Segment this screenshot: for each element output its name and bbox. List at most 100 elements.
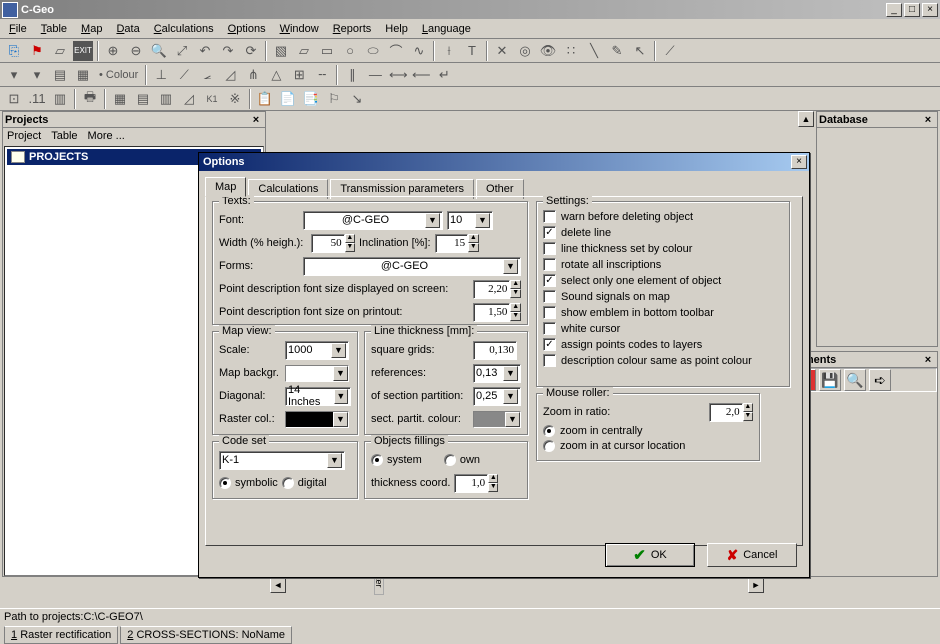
tb2-d[interactable]: ▦ bbox=[72, 64, 94, 86]
tb-arc-icon[interactable]: ⌒ bbox=[385, 40, 407, 62]
tb3-b[interactable]: .11 bbox=[26, 88, 48, 110]
menu-reports[interactable]: Reports bbox=[326, 21, 379, 37]
tb-cross-icon[interactable]: ✕ bbox=[491, 40, 513, 62]
sect-combo[interactable]: 0,25▼ bbox=[473, 387, 521, 406]
setting-checkbox-4[interactable]: ✓ bbox=[543, 274, 556, 287]
thickcoord-spinner[interactable]: ▲▼ bbox=[454, 474, 498, 493]
radio-own[interactable] bbox=[444, 454, 456, 466]
tb-rect-icon[interactable]: ▭ bbox=[316, 40, 338, 62]
tb3-arrow-icon[interactable]: ↘ bbox=[346, 88, 368, 110]
tb2-hor-icon[interactable]: — bbox=[364, 64, 386, 86]
radio-digital[interactable] bbox=[282, 477, 294, 489]
tb-text-icon[interactable]: T bbox=[461, 40, 483, 62]
tb-zoomin-icon[interactable]: ⊕ bbox=[102, 40, 124, 62]
tb-undo-icon[interactable]: ↶ bbox=[194, 40, 216, 62]
tb2-snap-icon[interactable]: ⋔ bbox=[242, 64, 264, 86]
mdi-scroll-up-icon[interactable]: ▲ bbox=[798, 111, 814, 127]
tb2-dash-icon[interactable]: ╌ bbox=[311, 64, 333, 86]
scale-combo[interactable]: 1000▼ bbox=[285, 341, 349, 360]
radio-system[interactable] bbox=[371, 454, 383, 466]
tb2-b[interactable]: ▾ bbox=[26, 64, 48, 86]
tb3-print-icon[interactable]: 🖶 bbox=[79, 88, 101, 110]
tb-line-icon[interactable]: ╲ bbox=[583, 40, 605, 62]
setting-checkbox-5[interactable] bbox=[543, 290, 556, 303]
tb-dots-icon[interactable]: ∷ bbox=[560, 40, 582, 62]
setting-checkbox-8[interactable]: ✓ bbox=[543, 338, 556, 351]
tb3-sym-icon[interactable]: ※ bbox=[224, 88, 246, 110]
radio-symbolic[interactable] bbox=[219, 477, 231, 489]
tb2-perp-icon[interactable]: ⊥ bbox=[150, 64, 172, 86]
bottom-tab-2[interactable]: 2 CROSS-SECTIONS: NoName bbox=[120, 626, 292, 644]
projects-tab-table[interactable]: Table bbox=[51, 130, 77, 143]
tb3-grid1-icon[interactable]: ▦ bbox=[109, 88, 131, 110]
bottom-tab-1[interactable]: 1 Raster rectification bbox=[4, 626, 118, 644]
sq-input[interactable] bbox=[473, 341, 517, 360]
menu-help[interactable]: Help bbox=[378, 21, 415, 37]
tb2-hs-icon[interactable]: ⟷ bbox=[387, 64, 409, 86]
tb3-clip1-icon[interactable]: 📋 bbox=[254, 88, 276, 110]
tb-copy-icon[interactable]: ⎘ bbox=[3, 40, 25, 62]
tb-ellipse-icon[interactable]: ⬭ bbox=[362, 40, 384, 62]
zoom-spinner[interactable]: ▲▼ bbox=[709, 403, 753, 422]
setting-checkbox-2[interactable] bbox=[543, 242, 556, 255]
tb-curve-icon[interactable]: ∿ bbox=[408, 40, 430, 62]
radio-zoom-central[interactable] bbox=[543, 425, 555, 437]
projects-close-icon[interactable]: × bbox=[249, 114, 263, 126]
radio-zoom-cursor[interactable] bbox=[543, 440, 555, 452]
tb3-c[interactable]: ▥ bbox=[49, 88, 71, 110]
database-close-icon[interactable]: × bbox=[921, 114, 935, 126]
pd-print-spinner[interactable]: ▲▼ bbox=[473, 303, 521, 322]
tb-doc-icon[interactable]: ▱ bbox=[49, 40, 71, 62]
ok-button[interactable]: ✔OK bbox=[605, 543, 695, 567]
tb2-ang2-icon[interactable]: ◿ bbox=[219, 64, 241, 86]
tb-shape2-icon[interactable]: ▱ bbox=[293, 40, 315, 62]
tb-zoom-icon[interactable]: 🔍 bbox=[148, 40, 170, 62]
tb-pointer-icon[interactable]: ↖ bbox=[629, 40, 651, 62]
tb3-clip3-icon[interactable]: 📑 bbox=[300, 88, 322, 110]
projects-tab-project[interactable]: Project bbox=[7, 130, 41, 143]
width-spinner[interactable]: ▲▼ bbox=[311, 234, 355, 253]
tb2-ret-icon[interactable]: ↵ bbox=[433, 64, 455, 86]
tb3-grid3-icon[interactable]: ▥ bbox=[155, 88, 177, 110]
tb2-div-icon[interactable]: ⟋ bbox=[173, 64, 195, 86]
menu-table[interactable]: Table bbox=[34, 21, 74, 37]
setting-checkbox-7[interactable] bbox=[543, 322, 556, 335]
pd-screen-spinner[interactable]: ▲▼ bbox=[473, 280, 521, 299]
inclination-spinner[interactable]: ▲▼ bbox=[435, 234, 479, 253]
tb-refresh-icon[interactable]: ⟳ bbox=[240, 40, 262, 62]
tb2-c[interactable]: ▤ bbox=[49, 64, 71, 86]
tb2-left-icon[interactable]: ⟵ bbox=[410, 64, 432, 86]
menu-calculations[interactable]: Calculations bbox=[147, 21, 221, 37]
tb2-grid-icon[interactable]: ⊞ bbox=[288, 64, 310, 86]
tb-redo-icon[interactable]: ↷ bbox=[217, 40, 239, 62]
menu-map[interactable]: Map bbox=[74, 21, 109, 37]
close-button[interactable]: × bbox=[922, 3, 938, 17]
tb3-clip2-icon[interactable]: 📄 bbox=[277, 88, 299, 110]
maximize-button[interactable]: □ bbox=[904, 3, 920, 17]
cancel-button[interactable]: ✘Cancel bbox=[707, 543, 797, 567]
tb2-a[interactable]: ▾ bbox=[3, 64, 25, 86]
tb-edit-icon[interactable]: ✎ bbox=[606, 40, 628, 62]
setting-checkbox-6[interactable] bbox=[543, 306, 556, 319]
tb-fit-icon[interactable]: ⤢ bbox=[171, 40, 193, 62]
fontsize-combo[interactable]: 10▼ bbox=[447, 211, 493, 230]
setting-checkbox-0[interactable] bbox=[543, 210, 556, 223]
documents-close-icon[interactable]: × bbox=[921, 354, 935, 366]
menu-file[interactable]: File bbox=[2, 21, 34, 37]
tb3-a[interactable]: ⊡ bbox=[3, 88, 25, 110]
tb-zoomout-icon[interactable]: ⊖ bbox=[125, 40, 147, 62]
tb-target-icon[interactable]: ◎ bbox=[514, 40, 536, 62]
backgr-colour[interactable]: ▼ bbox=[285, 365, 349, 382]
tb-measure-icon[interactable]: ⟋ bbox=[659, 40, 681, 62]
menu-options[interactable]: Options bbox=[221, 21, 273, 37]
font-combo[interactable]: @C-GEO▼ bbox=[303, 211, 443, 230]
setting-checkbox-9[interactable] bbox=[543, 354, 556, 367]
tb-flag-icon[interactable]: ⚑ bbox=[26, 40, 48, 62]
tb3-flag-icon[interactable]: ⚐ bbox=[323, 88, 345, 110]
codeset-combo[interactable]: K-1▼ bbox=[219, 451, 345, 470]
menu-window[interactable]: Window bbox=[273, 21, 326, 37]
mdi-scroll-left-icon[interactable]: ◄ bbox=[270, 577, 286, 593]
tb3-angle-icon[interactable]: ◿ bbox=[178, 88, 200, 110]
dialog-close-icon[interactable]: × bbox=[791, 155, 807, 169]
tb-shape1-icon[interactable]: ▧ bbox=[270, 40, 292, 62]
